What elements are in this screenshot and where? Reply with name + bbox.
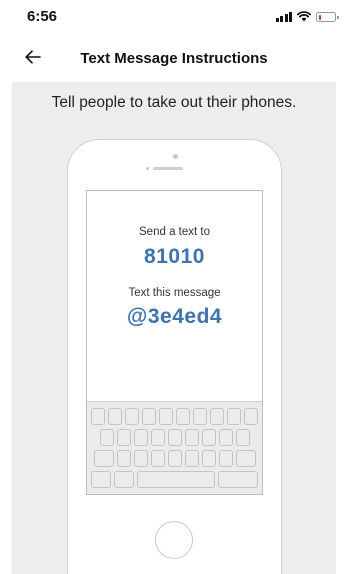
keyboard-key	[133, 450, 148, 467]
send-text-label: Send a text to	[139, 226, 210, 238]
return-key	[218, 471, 258, 488]
status-icons	[275, 10, 339, 22]
keyboard-key	[159, 408, 173, 425]
keyboard-key	[193, 408, 207, 425]
text-number: 81010	[144, 245, 205, 268]
status-time: 6:56	[27, 8, 58, 25]
keyboard-key	[235, 429, 250, 446]
keyboard-key	[218, 450, 233, 467]
keyboard-key	[227, 408, 241, 425]
keyboard-row	[87, 408, 262, 425]
keyboard-key	[114, 471, 134, 488]
phone-speaker	[153, 167, 183, 170]
keyboard-row	[87, 471, 262, 488]
keyboard-key	[184, 450, 199, 467]
wifi-icon	[297, 11, 311, 22]
space-key	[137, 471, 215, 488]
keyboard-key	[167, 450, 182, 467]
keyboard-key	[91, 408, 105, 425]
keyboard-illustration	[87, 401, 262, 494]
keyboard-key	[108, 408, 122, 425]
keyboard-key	[99, 429, 114, 446]
keyboard-key	[116, 450, 131, 467]
battery-icon	[316, 12, 339, 22]
phone-illustration: Send a text to 81010 Text this message @…	[67, 139, 282, 574]
delete-key	[235, 450, 256, 467]
event-code: @3e4ed4	[126, 305, 223, 328]
keyboard-key	[167, 429, 182, 446]
content-panel: Tell people to take out their phones. Se…	[12, 82, 336, 574]
shift-key	[93, 450, 114, 467]
page-title: Text Message Instructions	[80, 50, 268, 67]
battery-level-fill	[318, 14, 321, 20]
keyboard-key	[176, 408, 190, 425]
keyboard-key	[201, 450, 216, 467]
keyboard-key	[91, 471, 111, 488]
signal-icon	[275, 11, 292, 22]
keyboard-key	[218, 429, 233, 446]
keyboard-key	[201, 429, 216, 446]
keyboard-key	[210, 408, 224, 425]
keyboard-key	[184, 429, 199, 446]
phone-home-button	[155, 521, 193, 559]
phone-sensor-dot	[173, 154, 178, 159]
keyboard-key	[133, 429, 148, 446]
status-bar: 6:56	[0, 0, 348, 32]
phone-camera-dot	[146, 167, 149, 170]
instruction-text: Tell people to take out their phones.	[51, 94, 297, 111]
keyboard-key	[125, 408, 139, 425]
nav-bar: Text Message Instructions	[0, 38, 348, 82]
keyboard-row	[87, 429, 262, 446]
keyboard-key	[150, 429, 165, 446]
phone-screen: Send a text to 81010 Text this message @…	[86, 190, 263, 495]
keyboard-row	[87, 450, 262, 467]
keyboard-key	[150, 450, 165, 467]
keyboard-key	[142, 408, 156, 425]
message-label: Text this message	[128, 287, 221, 299]
keyboard-key	[244, 408, 258, 425]
keyboard-key	[116, 429, 131, 446]
